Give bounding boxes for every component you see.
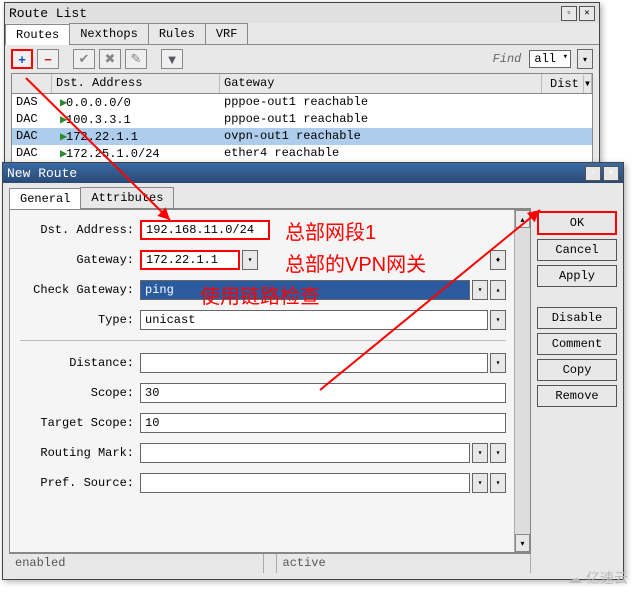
gateway-label: Gateway: (20, 253, 140, 267)
distance-clear[interactable]: ▾ (490, 353, 506, 373)
table-row[interactable]: DAC▶172.22.1.1ovpn-out1 reachable (12, 128, 592, 145)
route-list-toolbar: + − ✔ ✖ ✎ ▼ Find all ▾ (5, 45, 599, 73)
grid-header: Dst. Address Gateway Dist▾ (12, 74, 592, 94)
scope-label: Scope: (20, 386, 140, 400)
target-scope-label: Target Scope: (20, 416, 140, 430)
new-route-title: New Route (7, 166, 77, 181)
routing-mark-input[interactable] (140, 443, 470, 463)
check-gateway-label: Check Gateway: (20, 283, 140, 297)
status-bar: enabled active (9, 553, 531, 573)
route-list-titlebar: Route List ▫ ✕ (5, 3, 599, 23)
ok-button[interactable]: OK (537, 211, 617, 235)
filter-combo[interactable]: all (529, 50, 571, 68)
remove-button[interactable]: Remove (537, 385, 617, 407)
distance-label: Distance: (20, 356, 140, 370)
dialog-close-button[interactable]: ✕ (603, 166, 619, 181)
check-gateway-dropdown[interactable]: ▾ (472, 280, 488, 300)
table-row[interactable]: DAC▶172.25.1.0/24ether4 reachable (12, 145, 592, 162)
scope-input[interactable] (140, 383, 506, 403)
apply-button[interactable]: Apply (537, 265, 617, 287)
col-dist[interactable]: Dist▾ (542, 74, 592, 93)
find-label[interactable]: Find (493, 52, 526, 66)
new-route-tabs: General Attributes (9, 187, 531, 209)
routing-mark-clear[interactable]: ▾ (490, 443, 506, 463)
tab-nexthops[interactable]: Nexthops (69, 23, 149, 44)
table-row[interactable]: DAS▶0.0.0.0/0pppoe-out1 reachable (12, 94, 592, 111)
form-panel: Dst. Address: Gateway: ▾ ♦ Check Gateway… (9, 209, 531, 553)
dst-address-label: Dst. Address: (20, 223, 140, 237)
pref-source-label: Pref. Source: (20, 476, 140, 490)
check-gateway-clear[interactable]: ▴ (490, 280, 506, 300)
route-list-tabs: Routes Nexthops Rules VRF (5, 23, 599, 45)
comment-button[interactable]: ✎ (125, 49, 147, 69)
watermark: ☁ 亿速云 (568, 568, 628, 588)
pref-source-clear[interactable]: ▾ (490, 473, 506, 493)
type-input[interactable] (140, 310, 488, 330)
new-route-dialog: New Route ▫ ✕ General Attributes Dst. Ad… (2, 162, 624, 580)
cloud-icon: ☁ (568, 570, 582, 587)
pref-source-dropdown[interactable]: ▾ (472, 473, 488, 493)
new-route-titlebar: New Route ▫ ✕ (3, 163, 623, 183)
remove-route-button[interactable]: − (37, 49, 59, 69)
dialog-minimize-button[interactable]: ▫ (585, 166, 601, 181)
tab-general[interactable]: General (9, 188, 81, 209)
type-dropdown[interactable]: ▾ (490, 310, 506, 330)
close-button[interactable]: ✕ (579, 6, 595, 21)
tab-routes[interactable]: Routes (5, 24, 70, 45)
filter-button[interactable]: ▼ (161, 49, 183, 69)
routing-mark-dropdown[interactable]: ▾ (472, 443, 488, 463)
enable-button[interactable]: ✔ (73, 49, 95, 69)
minimize-button[interactable]: ▫ (561, 6, 577, 21)
filter-dropdown-arrow[interactable]: ▾ (577, 49, 593, 69)
status-mid (264, 554, 277, 573)
status-right: active (277, 554, 532, 573)
table-row[interactable]: DAC▶100.3.3.1pppoe-out1 reachable (12, 111, 592, 128)
gateway-dropdown[interactable]: ▾ (242, 250, 258, 270)
tab-vrf[interactable]: VRF (205, 23, 249, 44)
divider (20, 340, 506, 341)
side-buttons: OK Cancel Apply Disable Comment Copy Rem… (537, 183, 623, 579)
cancel-button[interactable]: Cancel (537, 239, 617, 261)
col-gw[interactable]: Gateway (220, 74, 542, 93)
tab-attributes[interactable]: Attributes (80, 187, 174, 208)
form-scrollbar[interactable] (514, 210, 530, 552)
route-list-window: Route List ▫ ✕ Routes Nexthops Rules VRF… (4, 2, 600, 172)
gateway-spinner[interactable]: ♦ (490, 250, 506, 270)
pref-source-input[interactable] (140, 473, 470, 493)
check-gateway-input[interactable] (140, 280, 470, 300)
col-dst[interactable]: Dst. Address (52, 74, 220, 93)
add-route-button[interactable]: + (11, 49, 33, 69)
route-grid: Dst. Address Gateway Dist▾ DAS▶0.0.0.0/0… (11, 73, 593, 163)
copy-button[interactable]: Copy (537, 359, 617, 381)
target-scope-input[interactable] (140, 413, 506, 433)
status-left: enabled (9, 554, 264, 573)
disable-button[interactable]: ✖ (99, 49, 121, 69)
dst-address-input[interactable] (140, 220, 270, 240)
route-list-title: Route List (9, 6, 87, 21)
gateway-input[interactable] (140, 250, 240, 270)
comment-button[interactable]: Comment (537, 333, 617, 355)
distance-input[interactable] (140, 353, 488, 373)
disable-button[interactable]: Disable (537, 307, 617, 329)
type-label: Type: (20, 313, 140, 327)
tab-rules[interactable]: Rules (148, 23, 206, 44)
routing-mark-label: Routing Mark: (20, 446, 140, 460)
